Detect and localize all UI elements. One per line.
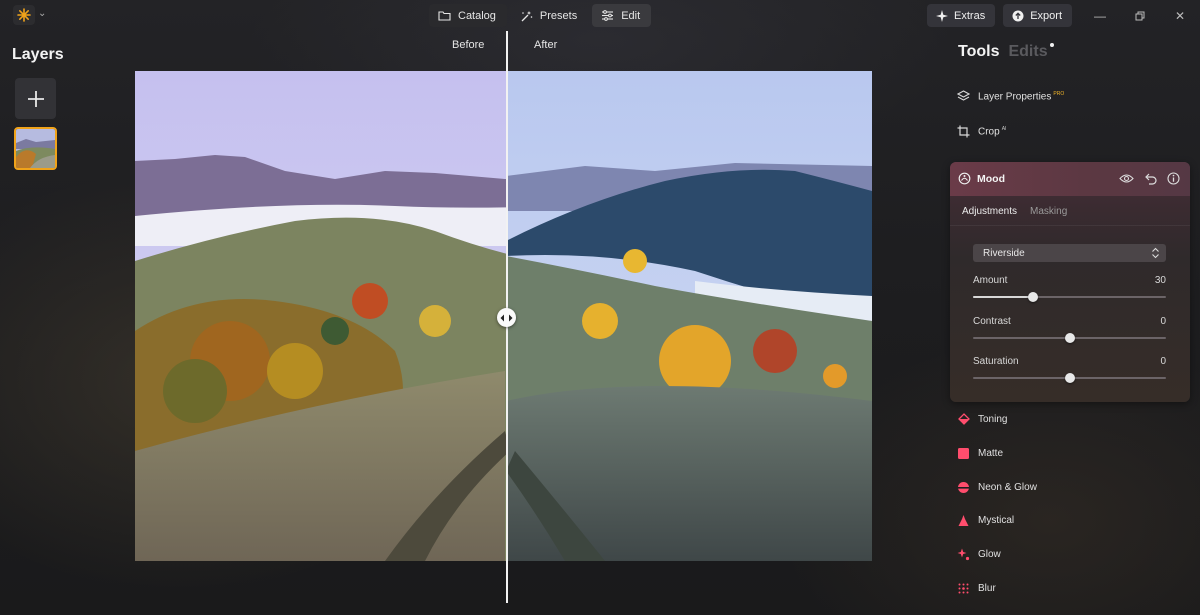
layer-thumbnail-image: [16, 129, 55, 168]
extras-button[interactable]: Extras: [927, 4, 996, 27]
catalog-button[interactable]: Catalog: [429, 4, 507, 27]
tool-crop[interactable]: Crop AI: [957, 125, 1006, 138]
mood-subtabs: Adjustments Masking: [962, 206, 1067, 217]
export-label: Export: [1030, 9, 1062, 22]
tool-neon-glow[interactable]: Neon & Glow: [957, 481, 1037, 494]
tool-neon-glow-label: Neon & Glow: [978, 482, 1037, 493]
subtab-masking[interactable]: Masking: [1030, 206, 1067, 217]
layer-thumbnail[interactable]: [14, 127, 57, 170]
tool-mystical-label: Mystical: [978, 515, 1015, 526]
panel-tabs: Tools Edits: [958, 43, 1054, 61]
toning-icon: [957, 413, 970, 426]
tab-edits-label: Edits: [1008, 43, 1048, 60]
sparkle-icon: [936, 9, 949, 22]
close-button[interactable]: ✕: [1160, 4, 1200, 27]
contrast-label: Contrast: [973, 316, 1011, 327]
plus-icon: [27, 90, 44, 107]
chevron-updown-icon: [1152, 247, 1159, 259]
app-menu-button[interactable]: [13, 5, 35, 25]
tab-tools[interactable]: Tools: [958, 43, 999, 61]
contrast-slider[interactable]: [973, 333, 1166, 343]
amount-label: Amount: [973, 275, 1008, 286]
saturation-slider-thumb[interactable]: [1064, 373, 1075, 383]
amount-slider-fill: [973, 296, 1033, 298]
undo-icon[interactable]: [1144, 172, 1157, 185]
layers-icon: [957, 90, 970, 103]
tool-mystical[interactable]: Mystical: [957, 514, 1014, 527]
divider: [950, 225, 1190, 226]
glow-icon: [957, 548, 970, 561]
crop-icon: [957, 125, 970, 138]
sliders-icon: [602, 10, 614, 21]
edits-indicator-dot: [1049, 43, 1054, 47]
tool-glow[interactable]: Glow: [957, 548, 1001, 561]
before-label: Before: [452, 39, 485, 51]
split-arrows-icon: [500, 314, 513, 321]
info-icon[interactable]: [1167, 172, 1180, 185]
mode-switcher: Catalog Presets Edit: [429, 4, 652, 27]
top-bar: ⌄ Catalog Presets Edit Extras Export — ✕: [0, 0, 1200, 31]
restore-icon: [1135, 11, 1145, 20]
mood-icon: [958, 172, 971, 190]
tool-layer-properties[interactable]: Layer Properties PRO: [957, 90, 1064, 103]
contrast-value: 0: [1160, 316, 1166, 327]
tool-toning[interactable]: Toning: [957, 413, 1007, 426]
export-icon: [1012, 10, 1024, 21]
top-right-controls: Extras Export — ✕: [927, 4, 1200, 27]
amount-value: 30: [1154, 275, 1166, 286]
export-button[interactable]: Export: [1003, 4, 1072, 27]
tool-blur[interactable]: Blur: [957, 582, 996, 595]
split-handle[interactable]: [497, 308, 516, 327]
pro-badge: PRO: [1053, 90, 1065, 97]
catalog-label: Catalog: [458, 9, 496, 22]
mood-preset-value: Riverside: [983, 247, 1025, 259]
add-layer-button[interactable]: [15, 78, 56, 119]
ai-badge: AI: [1001, 125, 1007, 132]
tool-layer-properties-label: Layer Properties: [978, 91, 1052, 103]
edit-button[interactable]: Edit: [592, 4, 652, 27]
neon-glow-icon: [957, 481, 970, 494]
contrast-slider-thumb[interactable]: [1064, 333, 1075, 343]
tool-glow-label: Glow: [978, 549, 1001, 560]
close-icon: ✕: [1174, 8, 1186, 23]
restore-button[interactable]: [1120, 4, 1160, 27]
tool-matte-label: Matte: [978, 448, 1004, 459]
mystical-icon: [957, 514, 970, 527]
mood-panel: Mood Adjustments Masking Riverside Amoun…: [950, 162, 1190, 402]
tool-crop-label: Crop: [978, 126, 1000, 138]
eye-icon[interactable]: [1119, 172, 1134, 185]
saturation-label: Saturation: [973, 356, 1019, 367]
tool-matte[interactable]: Matte: [957, 447, 1003, 460]
extras-label: Extras: [954, 9, 986, 22]
layers-title: Layers: [12, 46, 64, 63]
presets-label: Presets: [539, 9, 578, 22]
mood-preset-select[interactable]: Riverside: [973, 244, 1166, 262]
matte-icon: [957, 447, 970, 460]
magic-wand-icon: [521, 10, 533, 21]
tool-toning-label: Toning: [978, 414, 1008, 425]
after-label: After: [534, 39, 558, 51]
edit-label: Edit: [621, 9, 641, 22]
folder-icon: [438, 11, 451, 21]
mood-title: Mood: [977, 173, 1005, 185]
amount-slider[interactable]: [973, 292, 1166, 302]
minimize-icon: —: [1094, 8, 1106, 23]
amount-slider-thumb[interactable]: [1027, 292, 1038, 302]
tool-blur-label: Blur: [978, 583, 996, 594]
saturation-value: 0: [1160, 356, 1166, 367]
saturation-slider[interactable]: [973, 373, 1166, 383]
presets-button[interactable]: Presets: [511, 4, 588, 27]
blur-icon: [957, 582, 970, 595]
chevron-down-icon[interactable]: ⌄: [38, 8, 46, 19]
subtab-adjustments[interactable]: Adjustments: [962, 206, 1017, 217]
mood-actions: [1119, 172, 1180, 185]
sun-logo-icon: [17, 8, 31, 22]
minimize-button[interactable]: —: [1080, 4, 1120, 27]
tab-edits[interactable]: Edits: [1008, 43, 1054, 61]
